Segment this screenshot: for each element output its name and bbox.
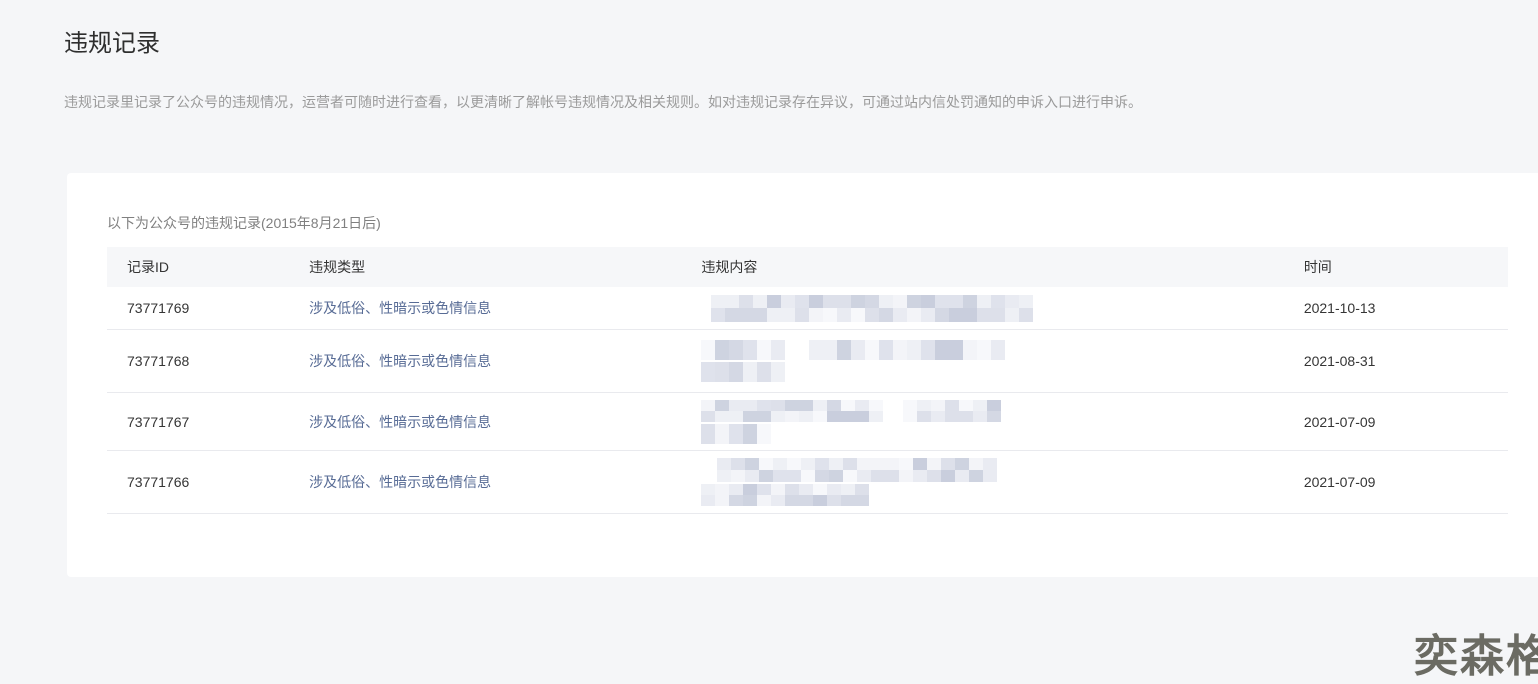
- violation-records-table: 记录ID 违规类型 违规内容 时间 73771769 涉及低俗、性暗示或色情信息…: [107, 246, 1508, 515]
- violation-date: 2021-07-09: [1283, 450, 1508, 515]
- page-title: 违规记录: [64, 30, 160, 57]
- column-header-violation-type: 违规类型: [309, 258, 366, 275]
- violation-date: 2021-07-09: [1283, 392, 1508, 452]
- violation-type-link[interactable]: 涉及低俗、性暗示或色情信息: [309, 414, 491, 430]
- violation-type-link[interactable]: 涉及低俗、性暗示或色情信息: [309, 300, 491, 316]
- redacted-content: [701, 399, 1283, 444]
- page-description: 违规记录里记录了公众号的违规情况，运营者可随时进行查看，以更清晰了解帐号违规情况…: [64, 93, 1142, 110]
- column-header-record-id: 记录ID: [127, 258, 169, 275]
- table-row: 73771767 涉及低俗、性暗示或色情信息 2021-07-09: [107, 392, 1508, 452]
- watermark-logo: 奕森格: [1414, 632, 1538, 681]
- page-header: 违规记录 违规记录里记录了公众号的违规情况，运营者可随时进行查看，以更清晰了解帐…: [0, 0, 1538, 112]
- redacted-content: [701, 340, 1283, 383]
- violation-type-link[interactable]: 涉及低俗、性暗示或色情信息: [309, 474, 491, 490]
- redacted-content: [701, 294, 1283, 322]
- record-id: 73771769: [107, 286, 290, 331]
- record-id: 73771768: [107, 329, 290, 394]
- table-row: 73771768 涉及低俗、性暗示或色情信息 2021-08-31: [107, 329, 1508, 394]
- records-subtitle: 以下为公众号的违规记录(2015年8月21日后): [107, 215, 381, 231]
- record-id: 73771767: [107, 392, 290, 452]
- record-id: 73771766: [107, 450, 290, 515]
- table-header-row: 记录ID 违规类型 违规内容 时间: [107, 246, 1508, 287]
- column-header-time: 时间: [1303, 258, 1332, 275]
- violation-records-card: 以下为公众号的违规记录(2015年8月21日后) 记录ID 违规类型 违规内容 …: [67, 173, 1538, 577]
- violation-type-link[interactable]: 涉及低俗、性暗示或色情信息: [309, 353, 491, 369]
- table-row: 73771769 涉及低俗、性暗示或色情信息 2021-10-13: [107, 286, 1508, 331]
- redacted-content: [701, 458, 1283, 507]
- column-header-violation-content: 违规内容: [701, 258, 758, 275]
- violation-date: 2021-08-31: [1283, 329, 1508, 394]
- table-row: 73771766 涉及低俗、性暗示或色情信息 2021-07-09: [107, 450, 1508, 515]
- violation-date: 2021-10-13: [1283, 286, 1508, 331]
